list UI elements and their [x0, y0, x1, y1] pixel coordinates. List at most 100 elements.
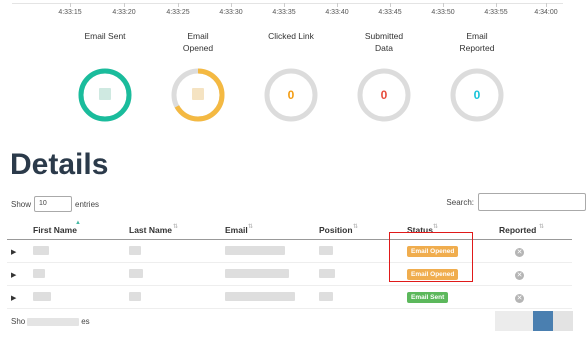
timeline-tick-label: 4:33:25: [166, 9, 190, 16]
redacted-text: [129, 291, 141, 301]
timeline-axis-line: [12, 3, 563, 4]
timeline-tick: [546, 3, 547, 7]
not-reported-icon: ✕: [515, 293, 524, 303]
expand-cell[interactable]: ▶: [7, 239, 29, 263]
expand-caret-icon[interactable]: ▶: [11, 295, 16, 302]
redacted-text: [225, 291, 295, 301]
reported-cell: ✕: [495, 262, 572, 286]
stat-label: Email Sent: [84, 31, 126, 41]
pagination-next[interactable]: [553, 311, 573, 331]
timeline-tick: [231, 3, 232, 7]
column-header-last-name[interactable]: Last Name ⇅: [125, 220, 221, 240]
redacted-text: [225, 245, 285, 255]
sort-asc-icon: ▲: [75, 220, 81, 226]
column-header-reported[interactable]: Reported ⇅: [495, 220, 572, 240]
expand-column-header: [7, 220, 29, 240]
stat-card: Submitted Data 0: [334, 30, 434, 122]
column-header-first-name[interactable]: First Name ▲: [29, 220, 125, 240]
column-header-email[interactable]: Email ⇅: [221, 220, 315, 240]
stat-label: Submitted Data: [364, 31, 404, 53]
redacted-text: [33, 291, 51, 301]
pagination-page-current[interactable]: [533, 311, 553, 331]
details-title: Details: [10, 148, 109, 181]
info-prefix: Sho: [11, 317, 26, 326]
expand-cell[interactable]: ▶: [7, 285, 29, 309]
pagination-previous[interactable]: [495, 311, 533, 331]
redacted-text: [129, 268, 143, 278]
redacted-value: [192, 88, 204, 100]
show-entries-control: Show 10 entries: [11, 196, 99, 212]
timeline-tick: [178, 3, 179, 7]
redacted-text: [225, 268, 289, 278]
timeline-tick-label: 4:33:45: [378, 9, 402, 16]
redacted-text: [319, 245, 333, 255]
stat-card: Clicked Link 0: [241, 30, 341, 122]
first-name-cell: [29, 285, 125, 309]
stat-label: Clicked Link: [268, 31, 314, 41]
expand-cell[interactable]: ▶: [7, 262, 29, 286]
redacted-text: [319, 268, 335, 278]
table-row[interactable]: ▶ Email Opened ✕: [7, 239, 572, 263]
timeline-axis: 4:33:15 4:33:20 4:33:25 4:33:30 4:33:35 4:33:…: [0, 0, 587, 20]
stat-card: Email Opened: [148, 30, 248, 122]
expand-caret-icon[interactable]: ▶: [11, 249, 16, 256]
last-name-cell: [125, 285, 221, 309]
entries-select[interactable]: 10: [34, 196, 73, 212]
not-reported-icon: ✕: [515, 247, 524, 257]
timeline-tick-label: 4:33:55: [484, 9, 508, 16]
timeline-tick-label: 4:33:20: [112, 9, 136, 16]
sort-icon: ⇅: [353, 224, 359, 230]
timeline-tick: [390, 3, 391, 7]
redacted-value: [99, 88, 111, 100]
status-cell: Email Sent: [403, 285, 495, 309]
status-highlight-box: [389, 232, 473, 282]
show-label: Show: [11, 199, 32, 209]
reported-cell: ✕: [495, 285, 572, 309]
stat-label: Email Opened: [182, 31, 214, 53]
sort-icon: ⇅: [539, 224, 545, 230]
status-badge: Email Sent: [407, 292, 449, 303]
sort-icon: ⇅: [248, 224, 254, 230]
last-name-cell: [125, 262, 221, 286]
table-row[interactable]: ▶ Email Opened ✕: [7, 262, 572, 286]
timeline-tick: [337, 3, 338, 7]
timeline-tick: [284, 3, 285, 7]
search-label: Search:: [446, 197, 474, 207]
timeline-tick: [443, 3, 444, 7]
timeline-tick: [70, 3, 71, 7]
search-control: Search:: [446, 193, 586, 211]
redacted-text: [129, 245, 141, 255]
info-suffix: es: [81, 317, 90, 326]
pagination: [495, 311, 573, 331]
timeline-tick: [124, 3, 125, 7]
table-header-row: First Name ▲ Last Name ⇅ Email ⇅ Position ⇅ …: [7, 220, 572, 240]
stat-label: Email Reported: [459, 31, 495, 53]
details-table: First Name ▲ Last Name ⇅ Email ⇅ Position ⇅ …: [7, 220, 572, 309]
first-name-cell: [29, 262, 125, 286]
stat-value: 0: [380, 88, 388, 102]
sort-icon: ⇅: [173, 224, 179, 230]
table-info: Sho es: [11, 317, 90, 326]
timeline-tick-label: 4:33:35: [272, 9, 296, 16]
email-cell: [221, 262, 315, 286]
position-cell: [315, 285, 403, 309]
expand-caret-icon[interactable]: ▶: [11, 272, 16, 279]
timeline-tick-label: 4:33:40: [325, 9, 349, 16]
timeline-tick-label: 4:33:50: [431, 9, 455, 16]
timeline-tick-label: 4:33:30: [219, 9, 243, 16]
sort-icon: ⇅: [433, 224, 439, 230]
redacted-text: [33, 268, 45, 278]
stat-value: 0: [287, 88, 295, 102]
not-reported-icon: ✕: [515, 270, 524, 280]
email-cell: [221, 239, 315, 263]
reported-cell: ✕: [495, 239, 572, 263]
table-row[interactable]: ▶ Email Sent ✕: [7, 285, 572, 309]
stat-card: Email Sent: [55, 30, 155, 122]
search-input[interactable]: [478, 193, 586, 211]
stat-value: 0: [473, 88, 481, 102]
entries-label: entries: [75, 199, 100, 209]
timeline-tick: [496, 3, 497, 7]
email-cell: [221, 285, 315, 309]
redacted-text: [319, 291, 333, 301]
redacted-text: [33, 245, 49, 255]
